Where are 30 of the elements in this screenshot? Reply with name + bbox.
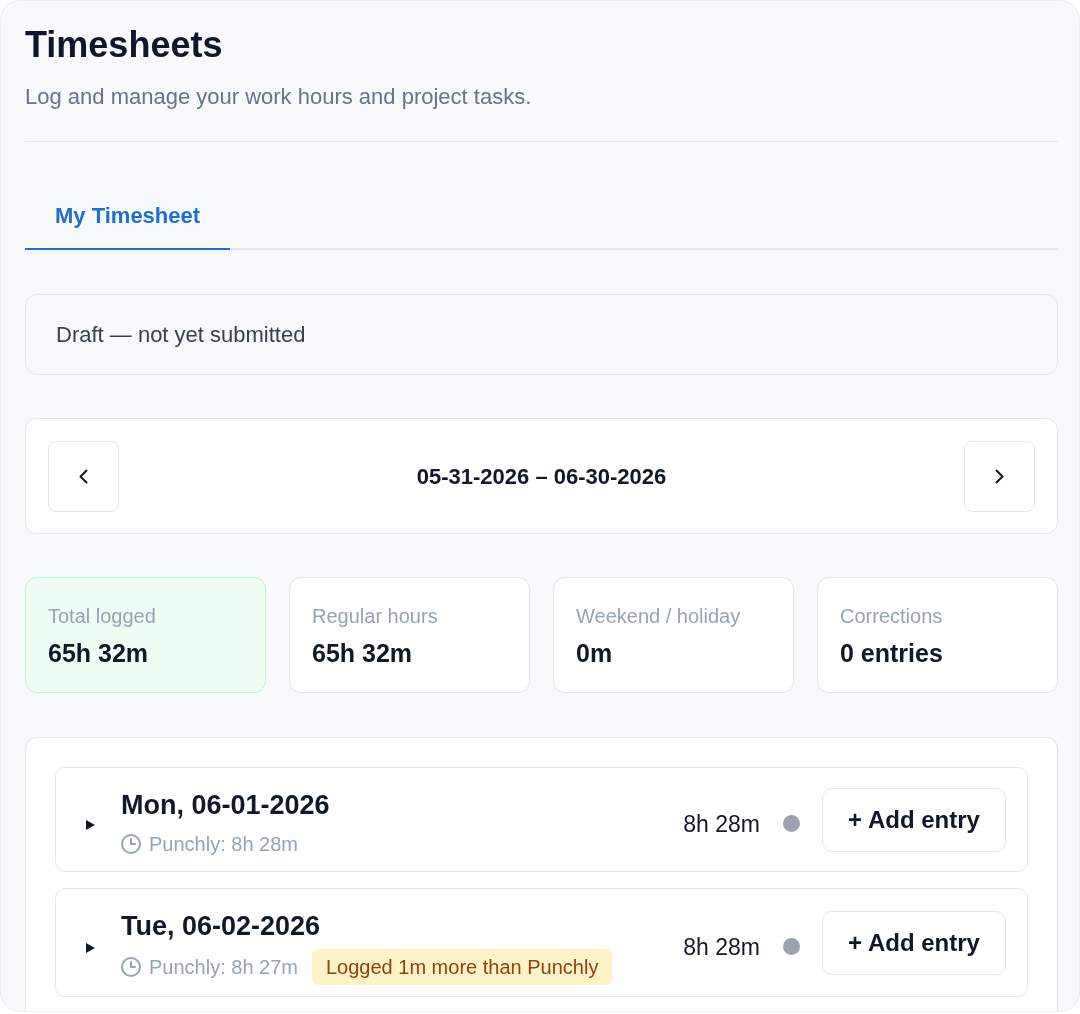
add-entry-button[interactable]: + Add entry — [822, 788, 1006, 852]
stat-value: 65h 32m — [48, 637, 149, 668]
date-range-label: 05-31-2026 – 06-30-2026 — [416, 462, 667, 491]
clock-icon — [121, 834, 141, 854]
stat-value: 0 entries — [840, 637, 943, 668]
caret-right-icon[interactable] — [86, 942, 95, 953]
day-row[interactable]: Tue, 06-02-2026 Punchly: 8h 27m Logged 1m more than Punchly 8h 28m + Add entry — [55, 888, 1028, 997]
day-row[interactable]: Mon, 06-01-2026 Punchly: 8h 28m 8h 28m + Add entry — [55, 767, 1028, 872]
day-date: Mon, 06-01-2026 — [121, 789, 330, 821]
add-entry-button[interactable]: + Add entry — [822, 911, 1006, 975]
caret-right-icon[interactable] — [86, 819, 95, 830]
stat-label: Weekend / holiday — [576, 603, 741, 629]
clock-icon — [121, 957, 141, 977]
logged-hours: 8h 28m — [683, 810, 760, 840]
page-title: Timesheets — [25, 23, 223, 67]
chevron-left-icon — [79, 468, 88, 484]
stat-value: 0m — [576, 637, 613, 668]
logged-hours: 8h 28m — [683, 933, 760, 963]
stat-label: Regular hours — [312, 603, 438, 629]
page-subtitle: Log and manage your work hours and project tasks. — [25, 84, 532, 110]
warning-badge: Logged 1m more than Punchly — [312, 949, 613, 985]
punchly-time: Punchly: 8h 27m — [149, 955, 298, 980]
status-text: Draft — not yet submitted — [56, 321, 306, 349]
punchly-time: Punchly: 8h 28m — [149, 832, 298, 857]
stat-value: 65h 32m — [312, 637, 413, 668]
chevron-right-icon — [995, 468, 1004, 484]
day-date: Tue, 06-02-2026 — [121, 910, 321, 942]
stat-label: Corrections — [840, 603, 943, 629]
tab[interactable]: My Timesheet — [25, 186, 231, 250]
stat-label: Total logged — [48, 603, 156, 629]
